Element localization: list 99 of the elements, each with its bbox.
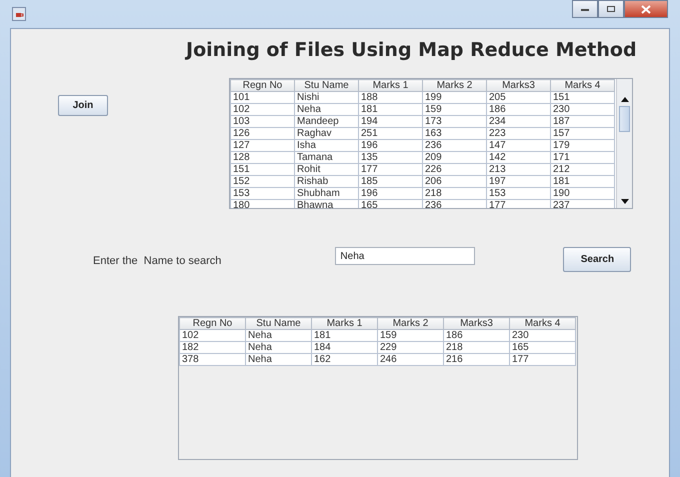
column-header[interactable]: Regn No — [230, 80, 294, 92]
table-cell: 186 — [486, 104, 550, 116]
table-cell: 177 — [358, 164, 422, 176]
table-cell: 177 — [510, 354, 576, 366]
table-cell: 153 — [230, 188, 294, 200]
table-cell: 197 — [486, 176, 550, 188]
table-cell: 185 — [358, 176, 422, 188]
table-cell: Neha — [246, 342, 312, 354]
column-header[interactable]: Marks 2 — [422, 80, 486, 92]
table-cell: 127 — [230, 140, 294, 152]
table-cell: 152 — [230, 176, 294, 188]
table-cell: 142 — [486, 152, 550, 164]
minimize-icon — [580, 6, 590, 12]
scroll-down-icon[interactable] — [620, 199, 628, 204]
table-cell: 223 — [486, 128, 550, 140]
table-cell: 212 — [550, 164, 614, 176]
table-cell: 171 — [550, 152, 614, 164]
table-cell: 128 — [230, 152, 294, 164]
table-cell: Mandeep — [294, 116, 358, 128]
table-cell: 246 — [378, 354, 444, 366]
table-cell: Neha — [246, 354, 312, 366]
table-cell: 165 — [510, 342, 576, 354]
table-cell: 151 — [550, 92, 614, 104]
table-cell: 206 — [422, 176, 486, 188]
table-cell: 199 — [422, 92, 486, 104]
table-cell: 190 — [550, 188, 614, 200]
table-cell: Neha — [246, 330, 312, 342]
table-cell: Tamana — [294, 152, 358, 164]
column-header[interactable]: Stu Name — [246, 318, 312, 330]
scroll-thumb[interactable] — [619, 106, 630, 132]
minimize-button[interactable] — [572, 0, 598, 18]
name-search-field[interactable]: Neha — [335, 247, 476, 265]
table-cell: 236 — [422, 140, 486, 152]
table-cell: 102 — [180, 330, 246, 342]
table-cell: Nishi — [294, 92, 358, 104]
search-label: Enter the Name to search — [93, 255, 222, 267]
table-cell: Isha — [294, 140, 358, 152]
table-cell: 234 — [486, 116, 550, 128]
scrollbar[interactable] — [616, 79, 632, 208]
table-cell: 101 — [230, 92, 294, 104]
table-cell: 229 — [378, 342, 444, 354]
table-cell: Rishab — [294, 176, 358, 188]
search-button[interactable]: Search — [563, 247, 632, 272]
table-cell: 205 — [486, 92, 550, 104]
column-header[interactable]: Marks 4 — [510, 318, 576, 330]
table-cell: Shubham — [294, 188, 358, 200]
close-icon — [641, 4, 651, 14]
table-cell: 196 — [358, 140, 422, 152]
table-cell: Rohit — [294, 164, 358, 176]
table-cell: 159 — [378, 330, 444, 342]
page-heading: Joining of Files Using Map Reduce Method — [186, 39, 638, 61]
table-cell: 173 — [422, 116, 486, 128]
column-header[interactable]: Marks3 — [486, 80, 550, 92]
table-cell: 186 — [444, 330, 510, 342]
table-cell: 216 — [444, 354, 510, 366]
table-cell: 378 — [180, 354, 246, 366]
maximize-icon — [606, 5, 616, 13]
table-cell: 251 — [358, 128, 422, 140]
table-cell: 213 — [486, 164, 550, 176]
table-cell: Raghav — [294, 128, 358, 140]
table-cell: 147 — [486, 140, 550, 152]
table-cell: 179 — [550, 140, 614, 152]
join-button[interactable]: Join — [58, 95, 108, 116]
table-cell: 188 — [358, 92, 422, 104]
column-header[interactable]: Regn No — [180, 318, 246, 330]
table-cell: 218 — [444, 342, 510, 354]
table-cell: 103 — [230, 116, 294, 128]
column-header[interactable]: Marks 1 — [358, 80, 422, 92]
table-cell: 157 — [550, 128, 614, 140]
table-cell: 218 — [422, 188, 486, 200]
column-header[interactable]: Stu Name — [294, 80, 358, 92]
table-cell: 230 — [550, 104, 614, 116]
table-cell: 162 — [312, 354, 378, 366]
table-cell: 209 — [422, 152, 486, 164]
scroll-up-icon[interactable] — [620, 97, 628, 102]
table-cell: 151 — [230, 164, 294, 176]
table-cell: 226 — [422, 164, 486, 176]
table-cell: 230 — [510, 330, 576, 342]
table-cell: 135 — [358, 152, 422, 164]
table-cell: 196 — [358, 188, 422, 200]
column-header[interactable]: Marks 4 — [550, 80, 614, 92]
table-cell: 181 — [358, 104, 422, 116]
close-button[interactable] — [624, 0, 668, 18]
table-cell: 126 — [230, 128, 294, 140]
column-header[interactable]: Marks3 — [444, 318, 510, 330]
maximize-button[interactable] — [598, 0, 624, 18]
table-cell: 102 — [230, 104, 294, 116]
column-header[interactable]: Marks 1 — [312, 318, 378, 330]
table-cell: 187 — [550, 116, 614, 128]
table-cell: Neha — [294, 104, 358, 116]
table-cell: 194 — [358, 116, 422, 128]
table-cell: 153 — [486, 188, 550, 200]
table-cell: 159 — [422, 104, 486, 116]
column-header[interactable]: Marks 2 — [378, 318, 444, 330]
table-cell: 184 — [312, 342, 378, 354]
table-cell: 182 — [180, 342, 246, 354]
table-cell: 181 — [312, 330, 378, 342]
table-cell: 163 — [422, 128, 486, 140]
table-cell: 181 — [550, 176, 614, 188]
